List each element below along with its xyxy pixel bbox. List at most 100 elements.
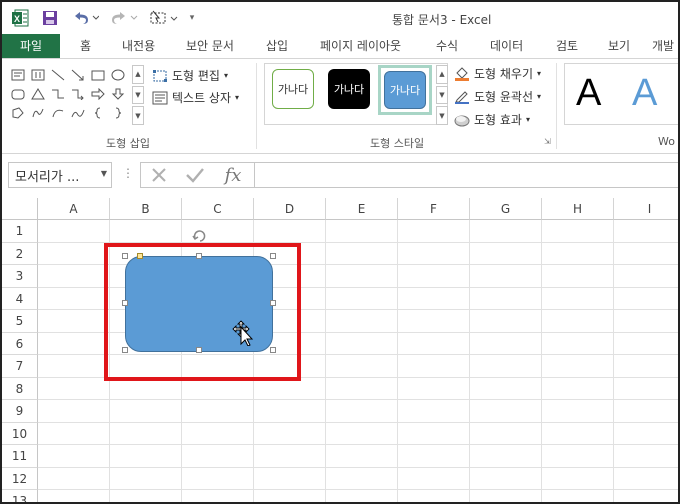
tab-page-layout[interactable]: 페이지 레이아웃: [320, 34, 401, 58]
column-header-a[interactable]: A: [38, 198, 110, 220]
adjustment-handle[interactable]: [137, 253, 143, 259]
rotation-handle-icon[interactable]: [192, 229, 208, 246]
formula-input[interactable]: [254, 162, 678, 188]
shape-styles-scroll[interactable]: ▲ ▼ ▼: [436, 65, 448, 126]
scroll-up-icon[interactable]: ▲: [132, 65, 144, 84]
row-header-5[interactable]: 5: [2, 310, 38, 333]
arc-shape-icon[interactable]: [48, 103, 68, 122]
scroll-down-icon[interactable]: ▼: [132, 85, 144, 105]
excel-window: X ▾ 통합 문서3 - Excel 파일 홈 내전용 보안 문서 삽입 페이지…: [0, 0, 680, 504]
vertical-dots-icon[interactable]: ⋮: [122, 166, 134, 180]
ribbon-tabs: 파일 홈 내전용 보안 문서 삽입 페이지 레이아웃 수식 데이터 검토 보기 …: [2, 34, 678, 58]
row-header-1[interactable]: 1: [2, 220, 38, 243]
row-header-13[interactable]: 13: [2, 490, 38, 502]
arrow-line-shape-icon[interactable]: [68, 65, 88, 84]
gallery-more-icon[interactable]: ▼: [436, 106, 448, 126]
rounded-rectangle-shape-icon[interactable]: [8, 84, 28, 103]
left-brace-shape-icon[interactable]: [88, 103, 108, 122]
scroll-up-icon[interactable]: ▲: [436, 65, 448, 84]
triangle-shape-icon[interactable]: [28, 84, 48, 103]
resize-handle-top-left[interactable]: [122, 253, 128, 259]
row-header-9[interactable]: 9: [2, 400, 38, 423]
row-header-6[interactable]: 6: [2, 332, 38, 355]
gridline: [38, 489, 678, 490]
tab-data[interactable]: 데이터: [490, 34, 523, 58]
row-header-4[interactable]: 4: [2, 287, 38, 310]
column-header-c[interactable]: C: [182, 198, 254, 220]
row-header-11[interactable]: 11: [2, 445, 38, 468]
scroll-down-icon[interactable]: ▼: [436, 85, 448, 105]
resize-handle-bottom-right[interactable]: [270, 347, 276, 353]
right-arrow-shape-icon[interactable]: [88, 84, 108, 103]
resize-handle-bottom[interactable]: [196, 347, 202, 353]
tab-file[interactable]: 파일: [2, 34, 60, 58]
chevron-down-icon[interactable]: ▼: [101, 169, 107, 178]
cancel-icon[interactable]: [144, 162, 174, 188]
select-all-corner[interactable]: [2, 198, 38, 220]
column-header-b[interactable]: B: [110, 198, 182, 220]
shape-outline-button[interactable]: 도형 윤곽선 ▾: [454, 88, 541, 105]
shapes-gallery[interactable]: [8, 65, 130, 123]
undo-icon[interactable]: [70, 8, 100, 28]
column-header-i[interactable]: I: [614, 198, 678, 220]
row-header-12[interactable]: 12: [2, 467, 38, 490]
resize-handle-bottom-left[interactable]: [122, 347, 128, 353]
tab-personal[interactable]: 내전용: [122, 34, 155, 58]
row-header-10[interactable]: 10: [2, 422, 38, 445]
customize-icon[interactable]: ▾: [186, 8, 198, 28]
column-header-d[interactable]: D: [254, 198, 326, 220]
tab-review[interactable]: 검토: [556, 34, 578, 58]
resize-handle-top[interactable]: [196, 253, 202, 259]
elbow-arrow-shape-icon[interactable]: [68, 84, 88, 103]
dialog-launcher-icon[interactable]: ⇲: [544, 137, 551, 146]
column-header-e[interactable]: E: [326, 198, 398, 220]
shape-fill-button[interactable]: 도형 채우기 ▾: [454, 65, 541, 82]
move-cursor-icon: [232, 320, 254, 349]
text-box-button[interactable]: 텍스트 상자 ▾: [152, 89, 239, 106]
row-header-3[interactable]: 3: [2, 265, 38, 288]
freeform-shape-icon[interactable]: [8, 103, 28, 122]
column-header-h[interactable]: H: [542, 198, 614, 220]
scribble-shape-icon[interactable]: [28, 103, 48, 122]
chevron-down-icon: ▾: [537, 69, 542, 78]
tab-home[interactable]: 홈: [80, 34, 91, 58]
name-box[interactable]: 모서리가 ... ▼: [8, 162, 112, 188]
select-objects-icon[interactable]: [148, 8, 180, 28]
wordart-style-blue[interactable]: A: [632, 73, 657, 113]
curve-shape-icon[interactable]: [68, 103, 88, 122]
gallery-more-icon[interactable]: ▼: [132, 106, 144, 126]
enter-check-icon[interactable]: [180, 162, 210, 188]
insert-function-button[interactable]: fx: [216, 162, 250, 188]
resize-handle-left[interactable]: [122, 300, 128, 306]
right-brace-shape-icon[interactable]: [108, 103, 128, 122]
shape-style-blue[interactable]: 가나다: [384, 71, 426, 109]
oval-shape-icon[interactable]: [108, 65, 128, 84]
shapes-gallery-scroll[interactable]: ▲ ▼ ▼: [132, 65, 144, 126]
row-header-2[interactable]: 2: [2, 242, 38, 265]
vertical-textbox-shape-icon[interactable]: [28, 65, 48, 84]
save-icon[interactable]: [40, 8, 60, 28]
tab-developer[interactable]: 개발: [652, 34, 674, 58]
edit-shape-button[interactable]: 도형 편집 ▾: [152, 67, 228, 84]
row-header-7[interactable]: 7: [2, 355, 38, 378]
wordart-style-black[interactable]: A: [576, 73, 601, 113]
row-header-8[interactable]: 8: [2, 377, 38, 400]
rectangle-shape-icon[interactable]: [88, 65, 108, 84]
resize-handle-top-right[interactable]: [270, 253, 276, 259]
column-header-g[interactable]: G: [470, 198, 542, 220]
elbow-connector-shape-icon[interactable]: [48, 84, 68, 103]
down-arrow-shape-icon[interactable]: [108, 84, 128, 103]
worksheet-grid[interactable]: ABCDEFGHI 1 2 3 4 5 6 7 8 9 10 11 12 13: [2, 198, 678, 502]
tab-secure-doc[interactable]: 보안 문서: [186, 34, 234, 58]
line-shape-icon[interactable]: [48, 65, 68, 84]
redo-icon[interactable]: [110, 8, 140, 28]
tab-view[interactable]: 보기: [608, 34, 630, 58]
shape-style-dark[interactable]: 가나다: [328, 69, 370, 109]
shape-effects-button[interactable]: 도형 효과 ▾: [454, 111, 530, 128]
tab-formulas[interactable]: 수식: [436, 34, 458, 58]
textbox-shape-icon[interactable]: [8, 65, 28, 84]
resize-handle-right[interactable]: [270, 300, 276, 306]
shape-style-outline[interactable]: 가나다: [272, 69, 314, 109]
tab-insert[interactable]: 삽입: [266, 34, 288, 58]
column-header-f[interactable]: F: [398, 198, 470, 220]
